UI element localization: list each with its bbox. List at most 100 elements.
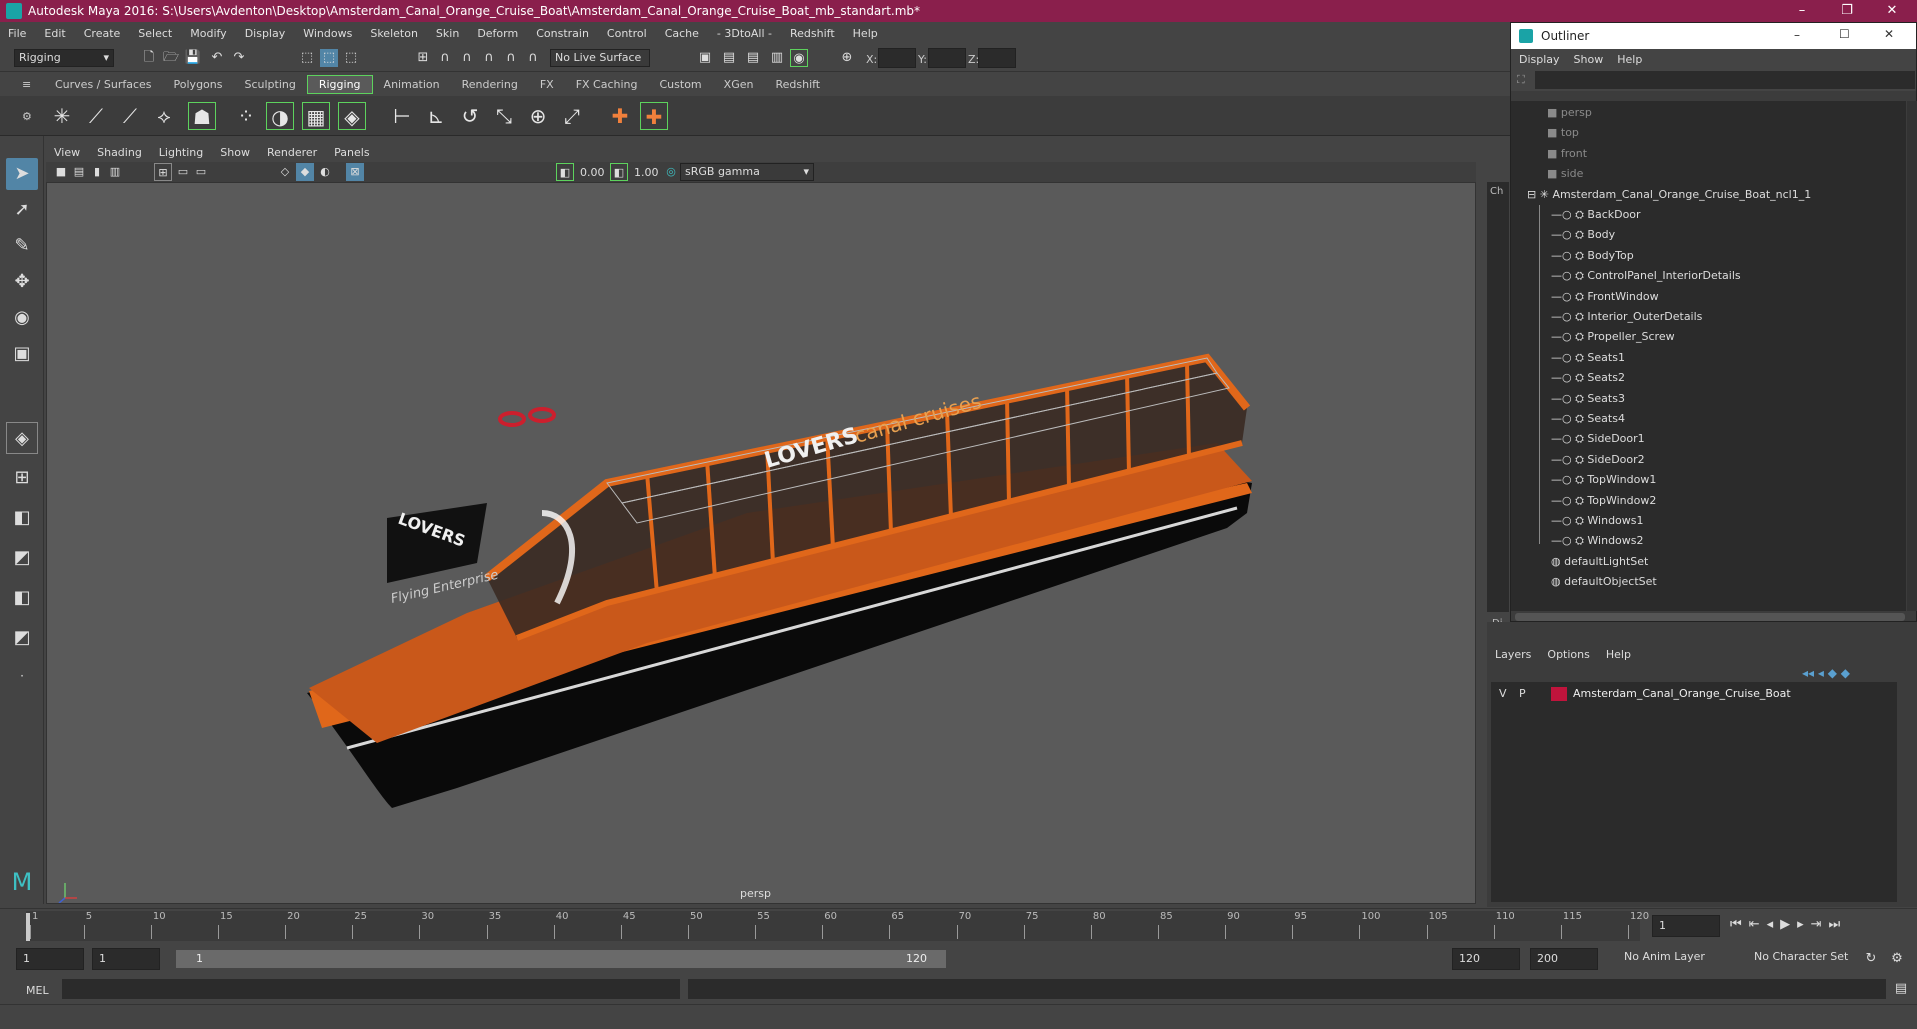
- paint-select-icon[interactable]: ✎: [6, 230, 38, 262]
- transform-mode-icon[interactable]: ⊕: [838, 49, 856, 67]
- rotate-tool-icon[interactable]: ◉: [6, 302, 38, 334]
- outliner-item-sidedoor2[interactable]: —○ ⛭ SideDoor2: [1551, 450, 1645, 470]
- persp-uv-icon[interactable]: ◩: [6, 622, 38, 654]
- locator-icon[interactable]: ✚: [606, 102, 634, 130]
- maximize-icon[interactable]: ❐: [1830, 0, 1864, 22]
- menu-windows[interactable]: Windows: [303, 27, 352, 40]
- menu-create[interactable]: Create: [84, 27, 121, 40]
- shelf-settings-icon[interactable]: ⚙: [22, 110, 32, 123]
- grid-icon[interactable]: ⊞: [154, 163, 172, 181]
- layer-color-swatch[interactable]: [1551, 687, 1567, 701]
- viewport-menu-panels[interactable]: Panels: [334, 146, 369, 159]
- outliner-close-icon[interactable]: ✕: [1884, 27, 1894, 41]
- undo-icon[interactable]: ↶: [208, 49, 226, 67]
- gamma-value[interactable]: 1.00: [634, 166, 659, 179]
- script-editor-icon[interactable]: ▤: [1892, 980, 1910, 998]
- menu-skin[interactable]: Skin: [436, 27, 459, 40]
- exposure-icon[interactable]: ◧: [556, 163, 574, 181]
- mel-input[interactable]: [62, 979, 680, 999]
- snap-surface-icon[interactable]: ∩: [502, 49, 520, 67]
- tab-custom[interactable]: Custom: [649, 76, 713, 93]
- z-field[interactable]: [978, 48, 1016, 68]
- outliner-item-root[interactable]: ⊟ ✳ Amsterdam_Canal_Orange_Cruise_Boat_n…: [1527, 185, 1811, 205]
- tab-redshift[interactable]: Redshift: [764, 76, 831, 93]
- outliner-item-seats3[interactable]: —○ ⛭ Seats3: [1551, 389, 1625, 409]
- select-hierarchy-icon[interactable]: ⬚: [298, 49, 316, 67]
- tab-animation[interactable]: Animation: [373, 76, 451, 93]
- menu-cache[interactable]: Cache: [665, 27, 699, 40]
- layer-menu-help[interactable]: Help: [1606, 648, 1631, 661]
- joint-tool-icon[interactable]: ✳: [48, 102, 76, 130]
- perspective-viewport[interactable]: LOVERS canal cruises LOVERS Flying Enter…: [46, 182, 1476, 904]
- gamma-icon[interactable]: ◧: [610, 163, 628, 181]
- outliner-item-frontwindow[interactable]: —○ ⛭ FrontWindow: [1551, 287, 1659, 307]
- tab-fx[interactable]: FX: [529, 76, 565, 93]
- menu-constrain[interactable]: Constrain: [536, 27, 589, 40]
- smooth-shade-icon[interactable]: ◆: [296, 163, 314, 181]
- channel-tab-label[interactable]: Ch: [1490, 186, 1503, 197]
- viewport-menu-show[interactable]: Show: [220, 146, 250, 159]
- character-set-dropdown[interactable]: No Character Set: [1750, 949, 1860, 969]
- menu-control[interactable]: Control: [607, 27, 647, 40]
- paint-weights-icon[interactable]: ◑: [266, 102, 294, 130]
- layout-menu-icon[interactable]: ·: [6, 660, 38, 692]
- lattice-icon[interactable]: ▦: [302, 102, 330, 130]
- auto-key-icon[interactable]: ↻: [1862, 950, 1880, 968]
- shelf-menu-icon[interactable]: ≡: [22, 78, 31, 91]
- playback-end-field[interactable]: 120: [1452, 948, 1520, 970]
- playback-controls[interactable]: ⏮⇤◂▶▸⇥⏭: [1730, 917, 1847, 932]
- render-icon[interactable]: ▤: [720, 49, 738, 67]
- persp-hypershade-icon[interactable]: ◧: [6, 582, 38, 614]
- constraint-parent-icon[interactable]: ⊢: [388, 102, 416, 130]
- outliner-item-seats2[interactable]: —○ ⛭ Seats2: [1551, 368, 1625, 388]
- menu-edit[interactable]: Edit: [44, 27, 65, 40]
- preferences-icon[interactable]: ⚙: [1888, 950, 1906, 968]
- resolution-gate-icon[interactable]: ▭: [192, 163, 210, 181]
- outliner-item-bodytop[interactable]: —○ ⛭ BodyTop: [1551, 246, 1634, 266]
- film-gate-icon[interactable]: ▭: [174, 163, 192, 181]
- bind-skin-icon[interactable]: ⁘: [232, 102, 260, 130]
- menu-select[interactable]: Select: [138, 27, 172, 40]
- range-bar[interactable]: 1 120: [176, 950, 946, 968]
- layer-name[interactable]: Amsterdam_Canal_Orange_Cruise_Boat: [1573, 687, 1791, 700]
- bookmark-icon[interactable]: ▮: [88, 163, 106, 181]
- locator-group-icon[interactable]: ✚: [640, 102, 668, 130]
- outliner-item-defaultlightset[interactable]: ◍ defaultLightSet: [1551, 552, 1648, 572]
- tab-polygons[interactable]: Polygons: [163, 76, 234, 93]
- end-time-field[interactable]: 200: [1530, 948, 1598, 970]
- viewport-menu-renderer[interactable]: Renderer: [267, 146, 317, 159]
- move-tool-icon[interactable]: ✥: [6, 266, 38, 298]
- outliner-menu-display[interactable]: Display: [1519, 53, 1560, 66]
- layer-row[interactable]: V P Amsterdam_Canal_Orange_Cruise_Boat: [1491, 682, 1897, 706]
- hypershade-icon[interactable]: ◉: [790, 49, 808, 67]
- x-field[interactable]: [878, 48, 916, 68]
- tab-rendering[interactable]: Rendering: [451, 76, 529, 93]
- y-field[interactable]: [928, 48, 966, 68]
- exposure-value[interactable]: 0.00: [580, 166, 605, 179]
- constraint-orient-icon[interactable]: ↺: [456, 102, 484, 130]
- outliner-item-front[interactable]: ■ front: [1547, 144, 1587, 164]
- constraint-point-icon[interactable]: ⊾: [422, 102, 450, 130]
- anim-layer-dropdown[interactable]: No Anim Layer: [1620, 949, 1740, 969]
- menu-modify[interactable]: Modify: [190, 27, 226, 40]
- live-surface-field[interactable]: No Live Surface: [550, 49, 650, 67]
- outliner-search-input[interactable]: [1535, 71, 1915, 89]
- menu-skeleton[interactable]: Skeleton: [370, 27, 418, 40]
- redo-icon[interactable]: ↷: [230, 49, 248, 67]
- outliner-item-propeller_screw[interactable]: —○ ⛭ Propeller_Screw: [1551, 327, 1675, 347]
- persp-outliner-icon[interactable]: ◧: [6, 502, 38, 534]
- xray-icon[interactable]: ⊠: [346, 163, 364, 181]
- snap-magnet-icon[interactable]: ∩: [524, 49, 542, 67]
- save-scene-icon[interactable]: 💾: [184, 49, 202, 67]
- outliner-item-backdoor[interactable]: —○ ⛭ BackDoor: [1551, 205, 1641, 225]
- mode-dropdown[interactable]: Rigging ▾: [14, 49, 114, 67]
- menu-help[interactable]: Help: [853, 27, 878, 40]
- snap-view-icon[interactable]: ∩: [480, 49, 498, 67]
- collapse-icon[interactable]: ⊟: [1527, 188, 1540, 201]
- image-plane-icon[interactable]: ▥: [106, 163, 124, 181]
- select-camera-icon[interactable]: ■: [52, 163, 70, 181]
- tab-curves---surfaces[interactable]: Curves / Surfaces: [44, 76, 163, 93]
- render-settings-icon[interactable]: ▥: [768, 49, 786, 67]
- outliner-item-seats4[interactable]: —○ ⛭ Seats4: [1551, 409, 1625, 429]
- outliner-item-sidedoor1[interactable]: —○ ⛭ SideDoor1: [1551, 429, 1645, 449]
